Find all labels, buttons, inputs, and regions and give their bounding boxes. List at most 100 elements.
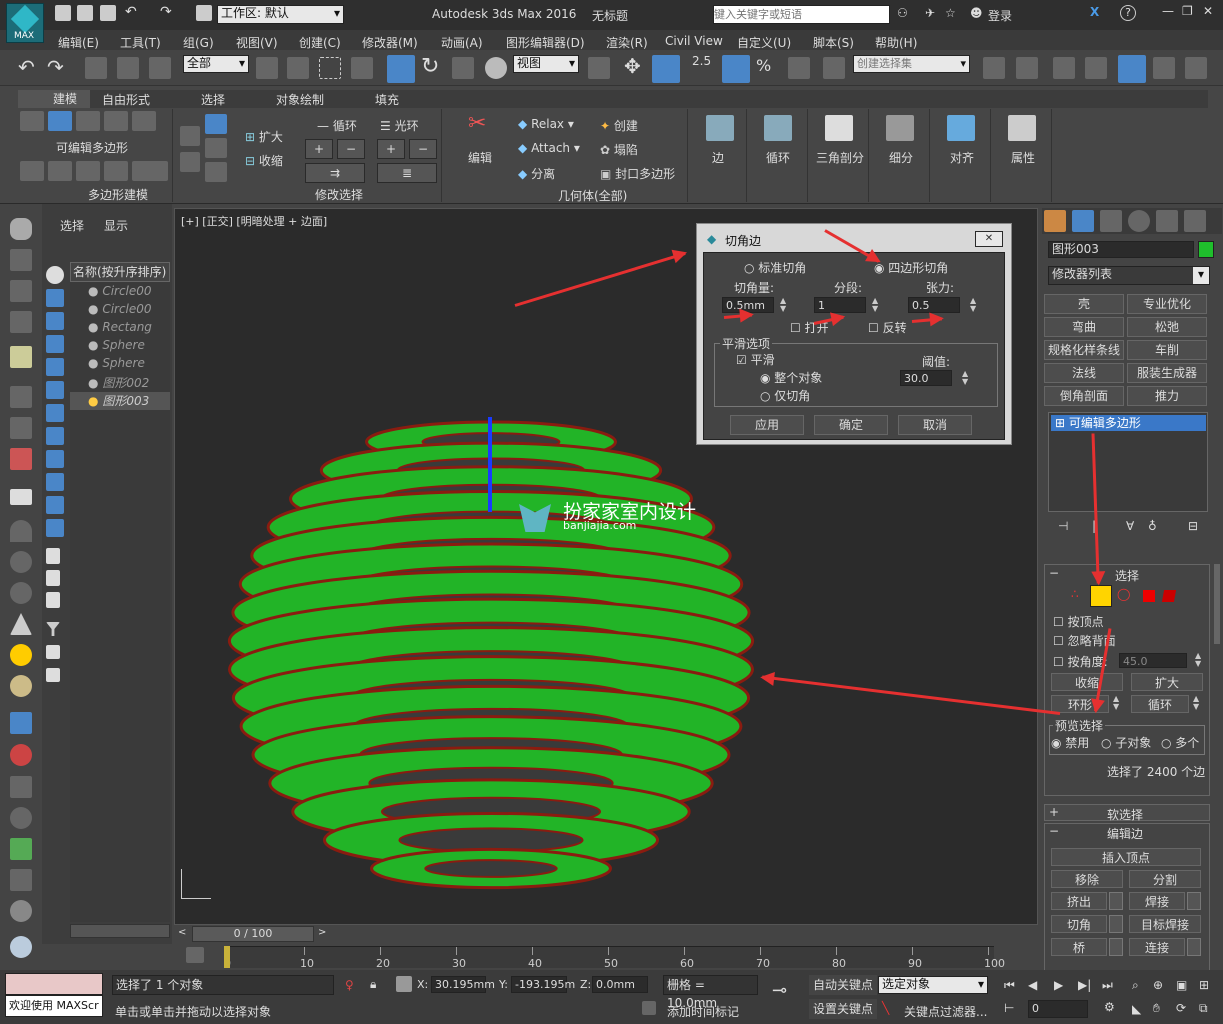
- preserve-uv-icon[interactable]: [48, 161, 72, 181]
- zoom-icon[interactable]: ⌕: [1132, 978, 1139, 993]
- radio-quad[interactable]: ◉ 四边形切角: [874, 259, 948, 276]
- binoculars-icon[interactable]: ⚇: [897, 6, 908, 20]
- project-folder-icon[interactable]: [196, 5, 212, 21]
- track-bar[interactable]: 0102030405060708090100: [224, 946, 1005, 970]
- menu-civil-view[interactable]: Civil View: [665, 32, 723, 50]
- grow-button[interactable]: ⊞ 扩大: [245, 128, 283, 145]
- rollout-soft-selection[interactable]: + 软选择: [1044, 804, 1210, 822]
- tab-object-paint[interactable]: 对象绘制: [276, 91, 324, 108]
- particles-icon[interactable]: [10, 712, 32, 734]
- weld-settings-icon[interactable]: [1187, 892, 1201, 910]
- hair-icon[interactable]: [10, 869, 32, 891]
- doc-icon[interactable]: [10, 280, 32, 302]
- system-icon[interactable]: [10, 448, 32, 470]
- molecule-icon[interactable]: [10, 744, 32, 766]
- preview-multi-radio[interactable]: ○ 多个: [1161, 734, 1199, 751]
- threshold-spinner[interactable]: ▲ ▼: [962, 370, 968, 386]
- maxscript-output[interactable]: 欢迎使用 MAXScr: [5, 995, 103, 1017]
- sel-footer[interactable]: 修改选择: [315, 186, 363, 203]
- target-weld-button[interactable]: 目标焊接: [1129, 915, 1201, 933]
- insert-vertex-button[interactable]: 插入顶点: [1051, 848, 1201, 866]
- visibility-icon[interactable]: ●: [88, 302, 98, 316]
- select-by-name-icon[interactable]: [287, 57, 309, 79]
- play-icon[interactable]: ▶: [1054, 978, 1063, 992]
- camera-icon[interactable]: [10, 386, 32, 408]
- undo-icon[interactable]: ↶: [18, 55, 35, 79]
- keyboard-shortcut-icon[interactable]: [652, 55, 680, 83]
- align-panel[interactable]: 对齐: [933, 109, 991, 202]
- spinner-snap-icon[interactable]: [788, 57, 810, 79]
- ring-grow-button[interactable]: +: [377, 139, 405, 159]
- loop-grow-button[interactable]: +: [305, 139, 333, 159]
- torus-icon[interactable]: [10, 551, 32, 573]
- loop-mode-button[interactable]: ⇉: [305, 163, 365, 183]
- split-button[interactable]: 分割: [1129, 870, 1201, 888]
- ring-shrink-button[interactable]: −: [409, 139, 437, 159]
- chamfer-settings-icon[interactable]: [1109, 915, 1123, 933]
- grow-sel-button[interactable]: 扩大: [1131, 673, 1203, 691]
- collapse-button[interactable]: ✿ 塌陷: [600, 141, 638, 158]
- filter-helpers-icon[interactable]: [46, 358, 64, 376]
- mod-bend-button[interactable]: 弯曲: [1044, 317, 1124, 337]
- window-crossing-icon[interactable]: [351, 57, 373, 79]
- unlink-icon[interactable]: [117, 57, 139, 79]
- zoom-all-icon[interactable]: ⊕: [1153, 978, 1163, 992]
- goto-start-icon[interactable]: ⏮︎: [1004, 978, 1015, 993]
- z-coord-field[interactable]: 0.0mm: [592, 976, 648, 993]
- bind-space-warp-icon[interactable]: [149, 57, 171, 79]
- zoom-extents-all-icon[interactable]: ⊞: [1199, 978, 1209, 992]
- filter-warps-icon[interactable]: [46, 381, 64, 399]
- panel-icon[interactable]: [205, 114, 227, 134]
- preview-disable-radio[interactable]: ◉ 禁用: [1051, 734, 1089, 751]
- remove-modifier-icon[interactable]: ♁: [1148, 519, 1157, 533]
- current-frame-field[interactable]: 0: [1028, 1000, 1088, 1018]
- rotate-icon[interactable]: ↻: [421, 54, 439, 79]
- filter-none-icon[interactable]: [46, 496, 64, 514]
- geo-footer[interactable]: 几何体(全部): [558, 187, 627, 204]
- pivot-center-icon[interactable]: [588, 57, 610, 79]
- stack-item-editable-poly[interactable]: ⊞ 可编辑多边形: [1051, 415, 1206, 431]
- mod-push-button[interactable]: 推力: [1127, 386, 1207, 406]
- smooth-checkbox[interactable]: ☑ 平滑: [736, 351, 775, 368]
- connect-button[interactable]: 连接: [1129, 938, 1185, 956]
- apply-button[interactable]: 应用: [730, 415, 804, 435]
- find-icon[interactable]: [46, 645, 60, 659]
- lightbulb-icon[interactable]: ●: [88, 394, 98, 408]
- named-selection-select[interactable]: 创建选择集 ▾: [853, 55, 970, 73]
- panel-icon[interactable]: [180, 152, 200, 172]
- move-icon[interactable]: [387, 55, 415, 83]
- modifier-list-select[interactable]: 修改器列表 ▾: [1048, 266, 1210, 285]
- tab-populate[interactable]: 填充: [375, 91, 399, 108]
- visibility-icon[interactable]: ●: [88, 356, 98, 370]
- by-vertex-checkbox[interactable]: ☐ 按顶点: [1053, 613, 1104, 630]
- restore-button[interactable]: ❐: [1182, 4, 1193, 18]
- list-icon[interactable]: [46, 570, 60, 586]
- edit-button[interactable]: 编辑: [468, 149, 492, 166]
- cloth-icon[interactable]: [10, 900, 32, 922]
- time-prev-button[interactable]: <: [178, 927, 186, 938]
- ring-spinner[interactable]: ▲ ▼: [1113, 695, 1119, 711]
- undo-icon[interactable]: ↶: [125, 4, 137, 20]
- mirror-icon[interactable]: [983, 57, 1005, 79]
- mod-garment-button[interactable]: 服装生成器: [1127, 363, 1207, 383]
- time-cursor[interactable]: [224, 946, 230, 968]
- edges-panel[interactable]: 边: [692, 109, 747, 202]
- mod-relax-button[interactable]: 松弛: [1127, 317, 1207, 337]
- scene-tab-display[interactable]: 显示: [104, 217, 128, 234]
- modify-mode-icon[interactable]: [20, 161, 44, 181]
- user-icon[interactable]: ☻: [970, 6, 983, 20]
- vertex-subobj-icon[interactable]: ∴: [1071, 587, 1079, 601]
- edit-named-sel-icon[interactable]: [823, 57, 845, 79]
- properties-panel[interactable]: 属性: [994, 109, 1052, 202]
- layer-explorer-icon[interactable]: [1053, 57, 1075, 79]
- visibility-icon[interactable]: ●: [88, 376, 98, 390]
- list-item[interactable]: ● 图形002: [70, 374, 170, 392]
- exchange-icon[interactable]: X: [1090, 5, 1099, 19]
- app-logo[interactable]: MAX: [6, 3, 44, 43]
- angle-spinner[interactable]: ▲ ▼: [1195, 652, 1201, 668]
- key-set-select[interactable]: 选定对象 ▾: [878, 976, 988, 994]
- make-unique-icon[interactable]: ∀: [1126, 519, 1134, 533]
- transform-mode-icon[interactable]: [396, 976, 412, 992]
- shrink-button[interactable]: ⊟ 收缩: [245, 152, 283, 169]
- funnel-icon[interactable]: [46, 622, 60, 636]
